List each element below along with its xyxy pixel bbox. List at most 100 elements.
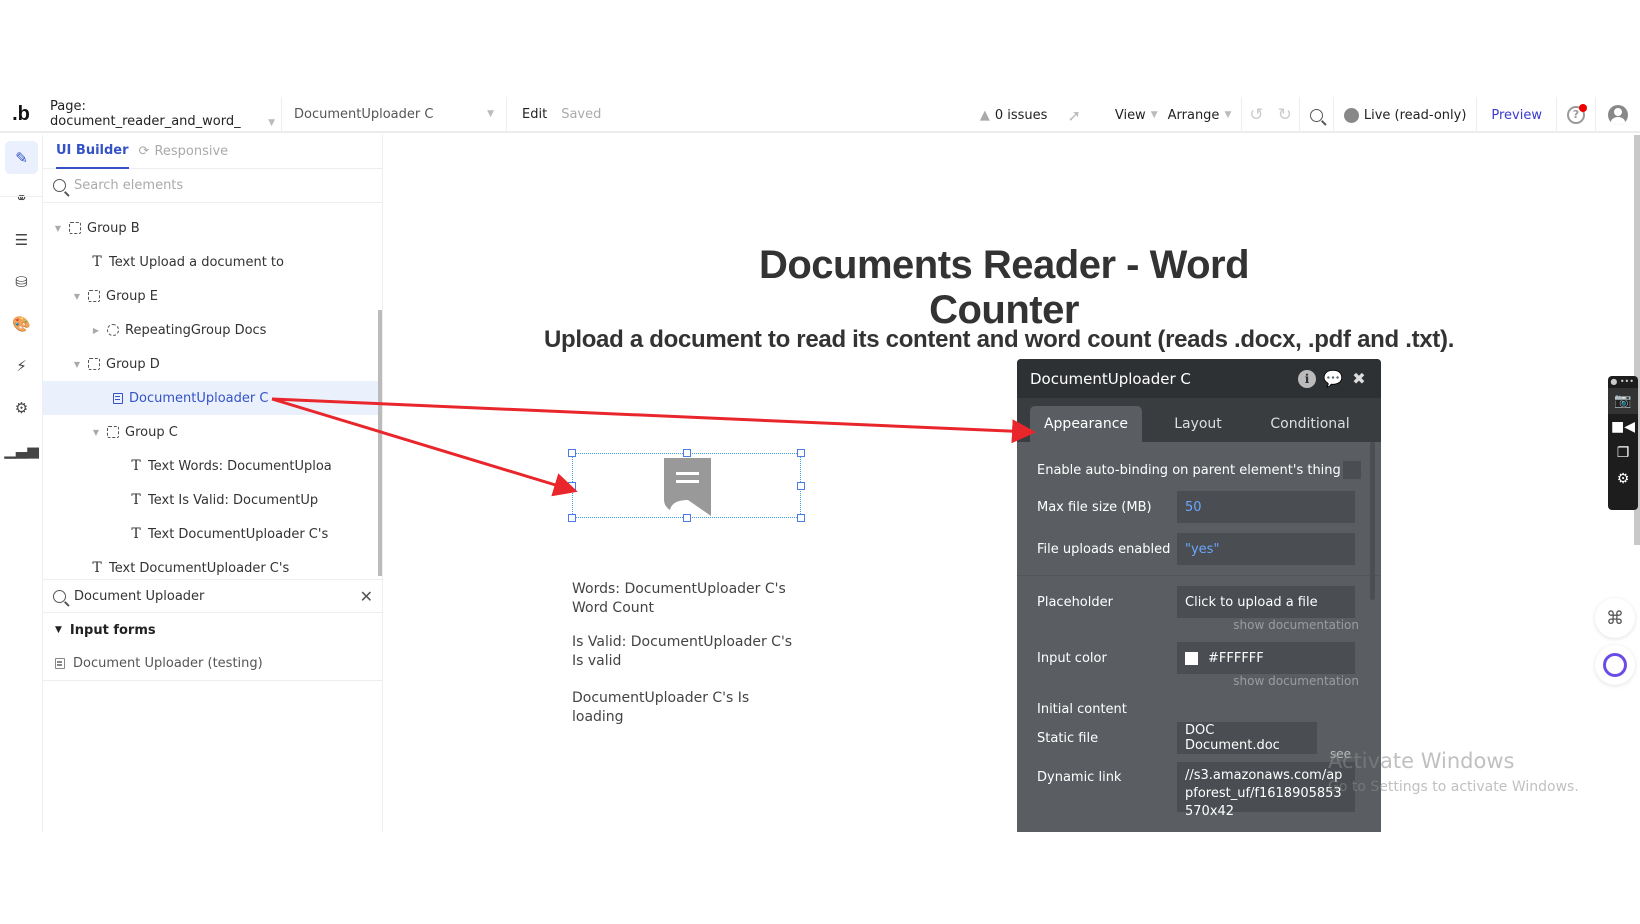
resize-handle[interactable] [568,514,576,522]
text-is-valid[interactable]: Is Valid: DocumentUploader C's Is valid [572,633,802,671]
tree-item-group-b[interactable]: ▼ Group B [43,211,382,245]
resize-handle[interactable] [797,514,805,522]
design-tab[interactable]: ✎ [5,141,38,174]
page-subheading[interactable]: Upload a document to read its content an… [534,326,1464,354]
static-file-input[interactable]: DOC Document.doc [1177,722,1317,754]
cursor-arrow-icon: ➚ [1067,105,1081,125]
recorder-settings-button[interactable]: ⚙ [1608,466,1638,492]
show-documentation-link[interactable]: show documentation [1037,674,1361,692]
uploads-enabled-input[interactable]: "yes" [1177,533,1355,565]
show-documentation-link[interactable]: show documentation [1037,618,1361,636]
live-button[interactable]: Live (read-only) [1334,97,1477,133]
text-is-loading[interactable]: DocumentUploader C's Is loading [572,689,802,727]
palette-search-input[interactable]: Document Uploader [74,589,352,604]
redo-button[interactable]: ↻ [1271,97,1299,133]
tree-item-group-c[interactable]: ▼ Group C [43,415,382,449]
resize-handle[interactable] [797,449,805,457]
assistant-button[interactable] [1595,645,1635,685]
tree-item-text-is-loading[interactable]: T Text DocumentUploader C's [43,517,382,551]
resize-handle[interactable] [568,482,576,490]
arrange-menu[interactable]: Arrange ▼ [1168,97,1242,133]
tab-responsive[interactable]: ⟳ Responsive [139,135,229,169]
bubble-logo[interactable]: .b [0,103,42,126]
category-input-forms[interactable]: ▼ Input forms [43,613,383,647]
initial-content-row: Initial content [1037,699,1361,719]
inspect-button[interactable]: ➚ [1057,97,1090,133]
resize-handle[interactable] [683,514,691,522]
element-selector[interactable]: DocumentUploader C ▼ [282,97,507,132]
account-button[interactable] [1596,97,1640,133]
design-canvas[interactable]: Documents Reader - Word Counter Upload a… [384,135,1634,832]
comment-icon[interactable]: 💬 [1323,369,1343,388]
document-icon [664,458,711,516]
info-icon[interactable]: i [1298,369,1316,388]
clear-icon[interactable]: ✕ [360,587,373,606]
live-label: Live (read-only) [1363,107,1467,123]
category-label: Input forms [69,622,156,638]
tree-scrollbar[interactable] [378,310,382,576]
resize-handle[interactable] [797,482,805,490]
resize-handle[interactable] [568,449,576,457]
text-words[interactable]: Words: DocumentUploader C's Word Count [572,580,802,618]
database-tab[interactable]: ⛁ [5,265,38,298]
search-button[interactable] [1300,97,1333,133]
tree-item-repeatinggroup-docs[interactable]: ▶ RepeatingGroup Docs [43,313,382,347]
logs-tab[interactable]: ▁▃▅ [4,433,39,466]
chevron-down-icon: ▼ [1224,110,1232,120]
expand-toggle-icon[interactable]: ▼ [53,224,63,233]
placeholder-input[interactable]: Click to upload a file [1177,586,1355,618]
view-menu[interactable]: View ▼ [1105,97,1168,133]
tab-ui-builder[interactable]: UI Builder [56,135,129,169]
property-editor-header[interactable]: DocumentUploader C i 💬 ✖ [1017,359,1381,398]
issues-label: 0 issues [994,107,1048,123]
tree-item-text-upload[interactable]: T Text Upload a document to [43,245,382,279]
tree-item-text-words[interactable]: T Text Words: DocumentUploa [43,449,382,483]
uploads-enabled-label: File uploads enabled [1037,541,1171,557]
property-editor-scrollbar[interactable] [1370,442,1375,600]
search-elements-input[interactable] [74,178,354,193]
resize-handle[interactable] [683,449,691,457]
settings-tab[interactable]: ⚙ [5,391,38,424]
expand-toggle-icon[interactable]: ▼ [72,292,82,301]
property-body: Enable auto-binding on parent element's … [1017,454,1381,819]
close-icon[interactable]: ✖ [1350,369,1368,388]
record-button[interactable]: ■◀ [1608,414,1638,440]
max-file-size-input[interactable]: 50 [1177,491,1355,523]
plugins-tab[interactable]: ⚡ [5,349,38,382]
tree-item-label: Text Is Valid: DocumentUp [148,492,319,508]
styles-tab[interactable]: 🎨 [5,307,38,340]
input-color-picker[interactable]: #FFFFFF [1177,642,1355,674]
top-bar: .b Page: document_reader_and_word_ ▼ Doc… [0,97,1640,133]
issues-button[interactable]: ▲ 0 issues [970,97,1058,133]
tab-conditional[interactable]: Conditional [1254,406,1366,442]
page-selector[interactable]: Page: document_reader_and_word_ ▼ [42,97,282,132]
help-button[interactable]: ? [1557,97,1595,133]
workflow-tab[interactable]: ⚭ [5,181,38,214]
preview-button[interactable]: Preview [1477,97,1556,133]
tree-item-documentuploader-c[interactable]: DocumentUploader C [43,381,382,415]
tree-item-group-d[interactable]: ▼ Group D [43,347,382,381]
text-icon: T [131,526,141,542]
expand-toggle-icon[interactable]: ▼ [91,428,101,437]
element-palette-search: Document Uploader ✕ [43,579,383,613]
expand-toggle-icon[interactable]: ▼ [72,360,82,369]
gear-icon: ⚙ [14,398,29,417]
document-uploader-element[interactable] [568,449,805,522]
undo-button[interactable]: ↺ [1242,97,1270,133]
data-tab[interactable]: ☰ [5,223,38,256]
shortcuts-button[interactable]: ⌘ [1595,598,1635,638]
windows-button[interactable]: ❐ [1608,440,1638,466]
bar-chart-icon: ▁▃▅ [4,440,39,459]
palette-item-document-uploader[interactable]: Document Uploader (testing) [43,647,383,681]
auto-binding-checkbox[interactable] [1343,461,1361,479]
page-heading[interactable]: Documents Reader - Word Counter [704,243,1304,333]
tree-item-text-is-valid[interactable]: T Text Is Valid: DocumentUp [43,483,382,517]
screenshot-button[interactable]: 📷 [1608,388,1638,414]
tab-appearance[interactable]: Appearance [1030,406,1142,442]
expand-toggle-icon[interactable]: ▶ [91,326,101,335]
tab-layout[interactable]: Layout [1142,406,1254,442]
tree-item-group-e[interactable]: ▼ Group E [43,279,382,313]
more-icon[interactable]: ● ••• [1608,376,1638,388]
camera-icon: 📷 [1614,393,1632,409]
edit-menu[interactable]: Edit [515,107,554,122]
